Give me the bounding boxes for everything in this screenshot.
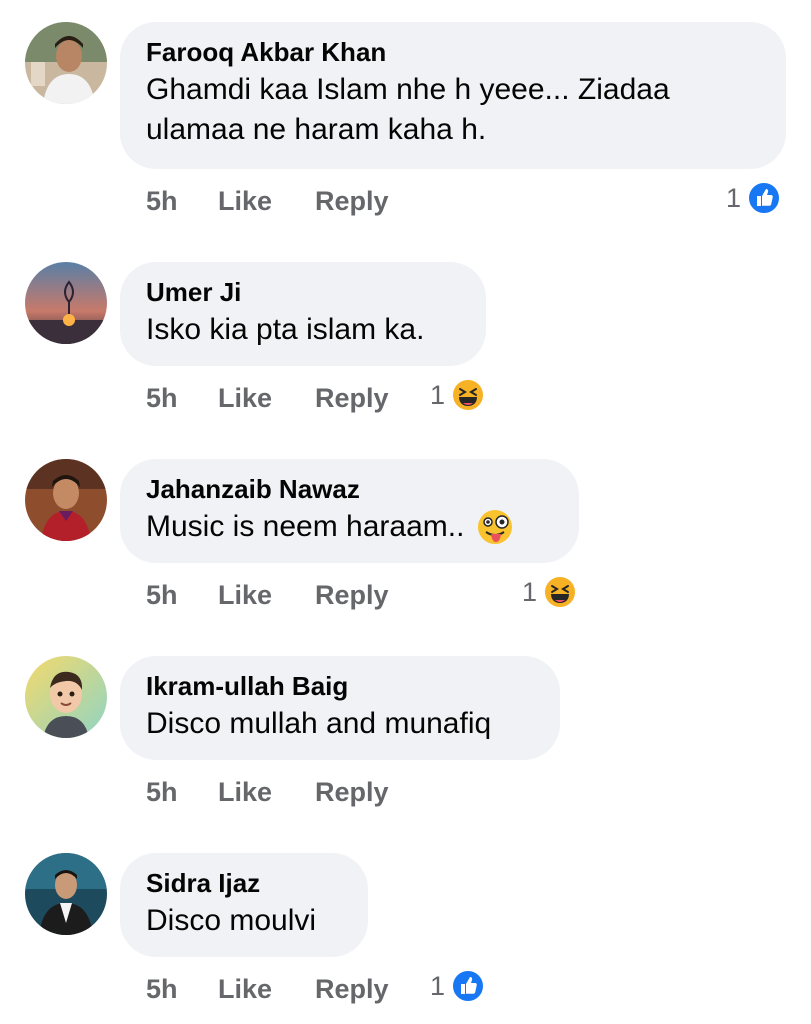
haha-icon [451,378,486,412]
winking-tongue-emoji [478,510,513,544]
timestamp[interactable]: 5h [146,184,178,218]
timestamp[interactable]: 5h [146,578,178,612]
reaction-count: 1 [430,971,446,1001]
reply-button[interactable]: Reply [315,381,389,415]
like-button[interactable]: Like [218,972,272,1006]
haha-icon [543,575,578,609]
comment-text-row: Music is neem haraam.. [146,507,553,547]
author-name[interactable]: Ikram-ullah Baig [146,670,534,702]
comment-bubble: Sidra Ijaz Disco moulvi [120,853,368,957]
author-name[interactable]: Sidra Ijaz [146,867,342,899]
comment-text-line: ulamaa ne haram kaha h. [146,113,487,146]
author-name[interactable]: Jahanzaib Nawaz [146,473,553,505]
comment-bubble: Umer Ji Isko kia pta islam ka. [120,262,486,366]
like-icon [451,969,486,1003]
reaction-summary[interactable]: 1 [430,378,486,412]
reaction-summary[interactable]: 1 [522,575,578,609]
avatar[interactable] [25,656,107,738]
reaction-count: 1 [522,577,538,607]
comment-text-line: Ghamdi kaa Islam nhe h yeee... Ziadaa [146,73,670,106]
like-button[interactable]: Like [218,775,272,809]
like-icon [747,181,782,215]
avatar[interactable] [25,459,107,541]
comment-bubble: Ikram-ullah Baig Disco mullah and munafi… [120,656,560,760]
like-button[interactable]: Like [218,381,272,415]
reaction-count: 1 [726,183,742,213]
author-name[interactable]: Farooq Akbar Khan [146,36,760,68]
like-button[interactable]: Like [218,578,272,612]
comment-text-line: Disco mullah and munafiq [146,707,492,740]
reply-button[interactable]: Reply [315,972,389,1006]
comment-bubble: Jahanzaib Nawaz Music is neem haraam.. [120,459,579,563]
comment-text-line: Isko kia pta islam ka. [146,313,425,346]
avatar[interactable] [25,262,107,344]
reaction-count: 1 [430,380,446,410]
like-button[interactable]: Like [218,184,272,218]
comment-text-line: Disco moulvi [146,904,317,937]
reaction-summary[interactable]: 1 [726,181,782,215]
reaction-summary[interactable]: 1 [430,969,486,1003]
comment-bubble: Farooq Akbar Khan Ghamdi kaa Islam nhe h… [120,22,786,169]
avatar[interactable] [25,853,107,935]
timestamp[interactable]: 5h [146,775,178,809]
reply-button[interactable]: Reply [315,775,389,809]
reply-button[interactable]: Reply [315,578,389,612]
comment-text-line: Music is neem haraam.. [146,510,465,543]
timestamp[interactable]: 5h [146,972,178,1006]
timestamp[interactable]: 5h [146,381,178,415]
avatar[interactable] [25,22,107,104]
author-name[interactable]: Umer Ji [146,276,460,308]
reply-button[interactable]: Reply [315,184,389,218]
